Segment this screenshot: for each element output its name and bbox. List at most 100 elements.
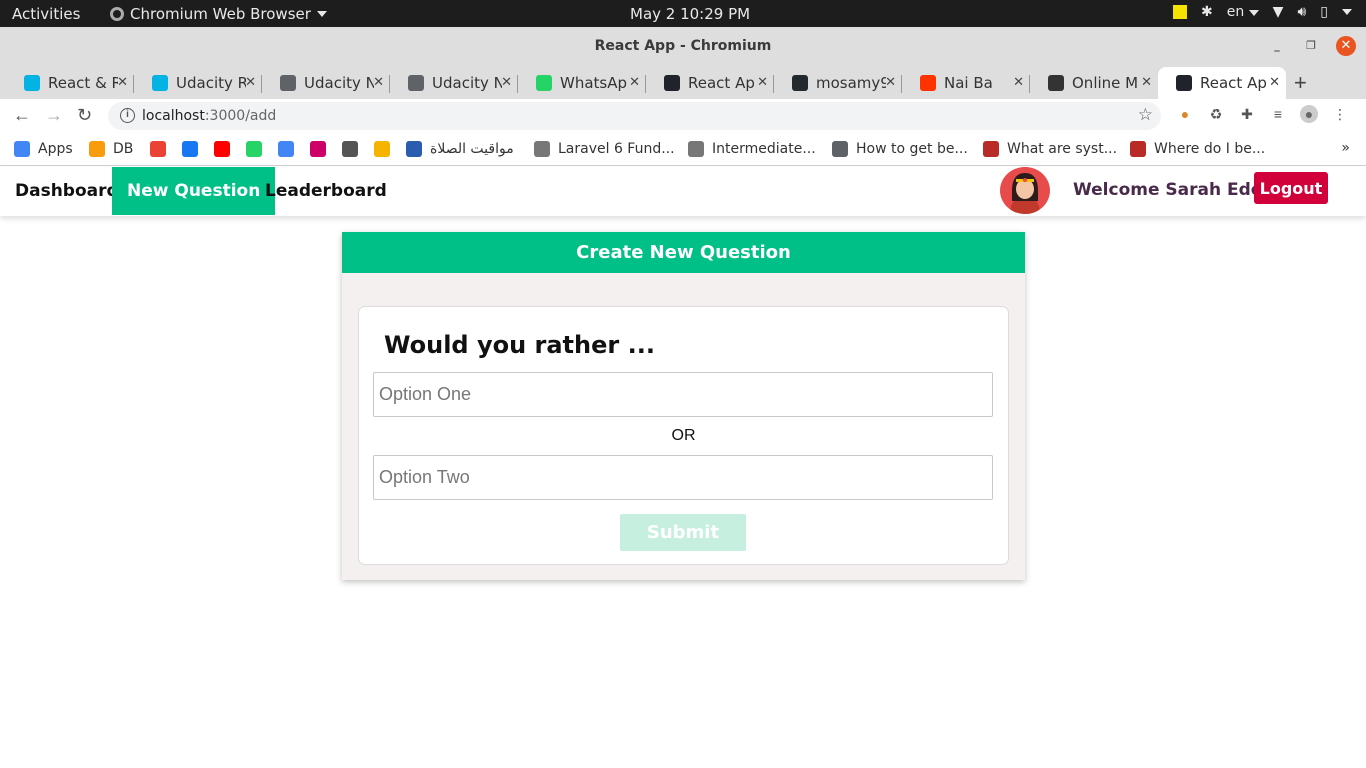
nav-leaderboard[interactable]: Leaderboard [250, 167, 402, 215]
browser-tab[interactable]: mosamy9 ✕ [774, 67, 902, 99]
battery-icon[interactable]: ▯ [1320, 4, 1328, 20]
close-tab-icon[interactable]: ✕ [373, 75, 384, 90]
site-info-icon[interactable]: i [120, 108, 135, 123]
send-icon [688, 141, 704, 157]
logout-button[interactable]: Logout [1254, 172, 1328, 204]
app-menu-label: Chromium Web Browser [130, 5, 311, 23]
extensions-puzzle-icon[interactable]: ✚ [1238, 105, 1256, 123]
bookmarks-bar: » Apps DB مواقيت الصلاة Laravel 6 Fund... In… [0, 133, 1366, 166]
quora-icon [983, 141, 999, 157]
profile-avatar-icon[interactable]: ● [1300, 105, 1318, 123]
close-tab-icon[interactable]: ✕ [501, 75, 512, 90]
system-tray[interactable]: ✱ en ▼ 🔊︎ ▯ [1172, 4, 1352, 20]
close-tab-icon[interactable]: ✕ [1013, 75, 1024, 90]
pma-icon [89, 141, 105, 157]
media-queue-icon[interactable]: ≡ [1269, 105, 1287, 123]
recycle-icon[interactable]: ♻ [1207, 105, 1225, 123]
browser-tab[interactable]: React Ap ✕ [1158, 67, 1286, 99]
notes-icon[interactable] [1172, 5, 1187, 19]
browser-tab[interactable]: React & R ✕ [6, 67, 134, 99]
slack-icon[interactable]: ✱ [1201, 4, 1213, 20]
volume-icon[interactable]: 🔊︎ [1297, 4, 1306, 20]
soundcloud-icon [920, 75, 936, 91]
uva-icon [310, 141, 326, 157]
option-one-input[interactable] [373, 372, 993, 417]
close-tab-icon[interactable]: ✕ [1141, 75, 1152, 90]
or-separator: OR [671, 427, 696, 444]
bookmark-label: Laravel 6 Fund... [558, 141, 675, 157]
bookmark-item[interactable] [342, 141, 366, 157]
option-two-input[interactable] [373, 455, 993, 500]
close-tab-icon[interactable]: ✕ [117, 75, 128, 90]
submit-button[interactable]: Submit [620, 514, 746, 551]
language-indicator[interactable]: en [1227, 4, 1259, 20]
bookmark-item[interactable] [374, 141, 398, 157]
quora-icon [1130, 141, 1146, 157]
browser-tab[interactable]: Online M ✕ [1030, 67, 1158, 99]
bookmark-item[interactable]: Laravel 6 Fund... [534, 141, 675, 157]
bookmarks-overflow-icon[interactable]: » [1341, 140, 1350, 156]
close-tab-icon[interactable]: ✕ [885, 75, 896, 90]
globe-icon [832, 141, 848, 157]
browser-tab[interactable]: Udacity N ✕ [390, 67, 518, 99]
bookmark-item[interactable]: مواقيت الصلاة [406, 141, 514, 157]
bookmark-label: Intermediate... [712, 141, 816, 157]
apps-grid-icon [14, 141, 30, 157]
maximize-icon[interactable]: ❐ [1302, 37, 1320, 55]
pt-icon [406, 141, 422, 157]
bookmark-item[interactable] [182, 141, 206, 157]
bookmark-item[interactable] [310, 141, 334, 157]
activities-button[interactable]: Activities [12, 5, 80, 23]
close-tab-icon[interactable]: ✕ [245, 75, 256, 90]
react-icon [664, 75, 680, 91]
reload-icon[interactable]: ↻ [77, 105, 92, 126]
whatsapp-icon [536, 75, 552, 91]
wifi-icon[interactable]: ▼ [1273, 4, 1284, 20]
menu-kebab-icon[interactable]: ⋮ [1331, 105, 1349, 123]
back-arrow-icon[interactable]: ← [13, 105, 31, 126]
new-tab-icon[interactable]: + [1294, 70, 1307, 96]
close-tab-icon[interactable]: ✕ [629, 75, 640, 90]
whatsapp-icon [246, 141, 262, 157]
browser-tab[interactable]: WhatsAp ✕ [518, 67, 646, 99]
tab-title: Udacity N [432, 74, 502, 92]
close-tab-icon[interactable]: ✕ [1269, 75, 1280, 90]
close-window-icon[interactable]: ✕ [1336, 36, 1356, 56]
browser-tab[interactable]: Nai Ba ✕ [902, 67, 1030, 99]
bookmark-item[interactable]: What are syst... [983, 141, 1117, 157]
ide-icon [342, 141, 358, 157]
cookie-icon[interactable]: ● [1176, 105, 1194, 123]
language-label: en [1226, 4, 1245, 20]
clock[interactable]: May 2 10:29 PM [630, 5, 750, 23]
bookmark-item[interactable] [150, 141, 174, 157]
bookmark-star-icon[interactable]: ☆ [1138, 105, 1153, 125]
globe-icon [280, 75, 296, 91]
browser-toolbar: ← → ↻ i localhost:3000/add ☆ [0, 99, 1366, 133]
browser-tab[interactable]: Udacity R ✕ [134, 67, 262, 99]
bookmark-item[interactable]: How to get be... [832, 141, 968, 157]
chevron-down-icon [1248, 10, 1259, 16]
udacity-icon [152, 75, 168, 91]
minimize-icon[interactable]: _ [1268, 37, 1286, 55]
url-text[interactable]: localhost:3000/add [142, 108, 276, 124]
bookmark-item[interactable]: Intermediate... [688, 141, 816, 157]
bookmark-item[interactable]: DB [89, 141, 133, 157]
bookmark-item[interactable] [214, 141, 238, 157]
react-icon [1176, 75, 1192, 91]
bookmark-item[interactable] [246, 141, 270, 157]
globe-icon [408, 75, 424, 91]
address-bar[interactable]: i localhost:3000/add ☆ [108, 102, 1161, 130]
close-tab-icon[interactable]: ✕ [757, 75, 768, 90]
bookmark-item[interactable]: Apps [14, 141, 73, 157]
udacity-icon [24, 75, 40, 91]
send-icon [534, 141, 550, 157]
bookmark-item[interactable] [278, 141, 302, 157]
bookmark-item[interactable]: Where do I be... [1130, 141, 1265, 157]
app-menu[interactable]: Chromium Web Browser [110, 5, 327, 23]
system-menu-chevron-icon[interactable] [1342, 9, 1352, 15]
browser-tab[interactable]: Udacity N ✕ [262, 67, 390, 99]
tab-title: React Ap [688, 74, 755, 92]
forward-arrow-icon[interactable]: → [45, 105, 63, 126]
browser-tab[interactable]: React Ap ✕ [646, 67, 774, 99]
tab-title: Udacity R [176, 74, 246, 92]
